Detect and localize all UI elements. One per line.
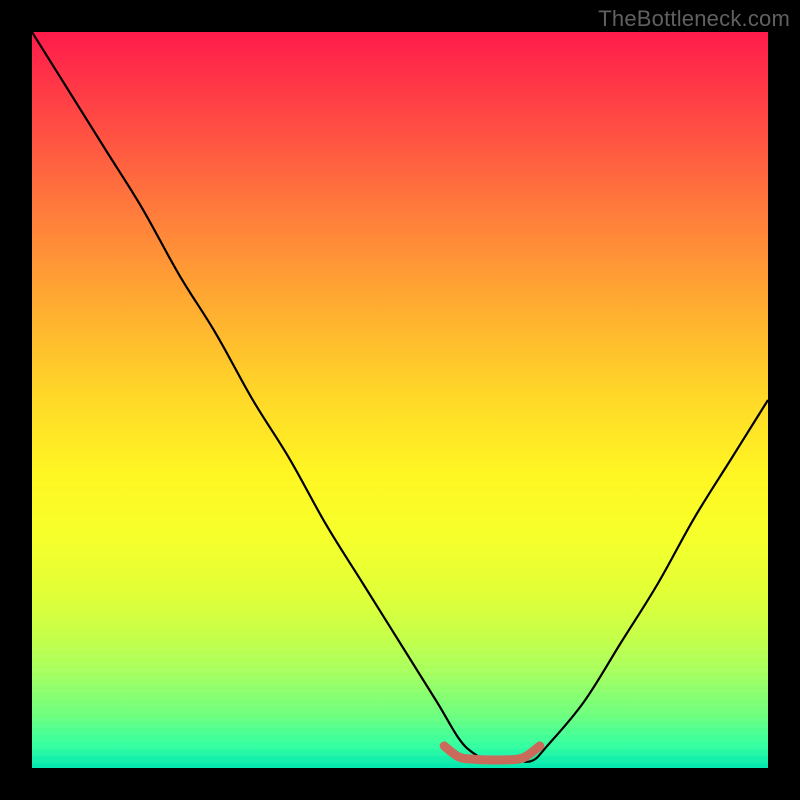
main-curve xyxy=(32,32,768,762)
watermark-text: TheBottleneck.com xyxy=(598,6,790,32)
curve-svg xyxy=(32,32,768,768)
plot-area xyxy=(32,32,768,768)
chart-frame: TheBottleneck.com xyxy=(0,0,800,800)
highlight-curve xyxy=(444,746,540,760)
curve-layer xyxy=(32,32,768,768)
